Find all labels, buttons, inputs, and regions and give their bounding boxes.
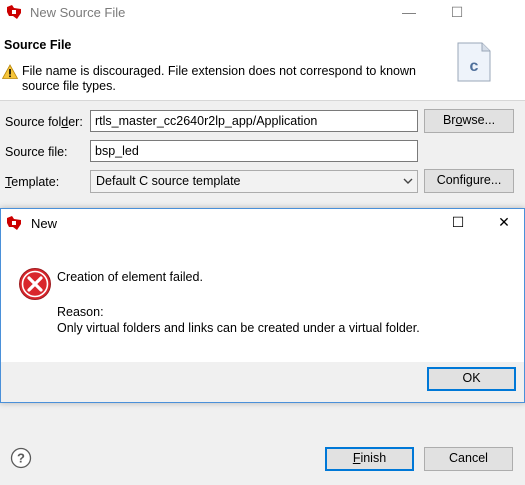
dialog-title: New <box>31 216 58 231</box>
finish-button[interactable]: Finish <box>325 447 414 471</box>
svg-text:?: ? <box>17 451 25 466</box>
window-title: New Source File <box>30 5 126 20</box>
wizard-header: Source File File name is discouraged. Fi… <box>0 25 525 100</box>
ok-button[interactable]: OK <box>427 367 516 391</box>
warning-message: File name is discouraged. File extension… <box>22 64 416 93</box>
cancel-button[interactable]: Cancel <box>424 447 513 471</box>
template-label: Template: <box>5 175 60 189</box>
error-dialog: New ☐ ✕ Creation of element failed. Reas… <box>0 208 525 403</box>
page-title: Source File <box>4 38 72 52</box>
wizard-footer <box>0 405 525 485</box>
template-select[interactable]: Default C source template <box>90 170 418 193</box>
template-selected-value: Default C source template <box>96 174 241 188</box>
error-message: Creation of element failed. <box>57 270 203 284</box>
source-folder-input[interactable]: rtls_master_cc2640r2lp_app/Application <box>90 110 418 132</box>
file-art-letter: c <box>470 58 479 75</box>
source-file-label: Source file: <box>5 145 68 159</box>
c-file-icon: c <box>457 42 491 82</box>
outer-titlebar[interactable]: New Source File — ☐ <box>0 0 525 25</box>
configure-button[interactable]: Configure... <box>424 169 514 193</box>
help-icon[interactable]: ? <box>10 447 32 469</box>
error-icon <box>19 268 51 300</box>
browse-button[interactable]: Browse... <box>424 109 514 133</box>
header-separator <box>0 100 525 101</box>
reason-label: Reason: <box>57 305 104 319</box>
dialog-footer: OK <box>1 362 524 402</box>
reason-text: Only virtual folders and links can be cr… <box>57 321 420 335</box>
source-folder-label: Source folder: <box>5 115 83 129</box>
app-icon <box>7 216 21 230</box>
dialog-maximize-button[interactable]: ☐ <box>436 210 480 235</box>
dialog-close-button[interactable]: ✕ <box>482 210 525 235</box>
dialog-body: Creation of element failed. Reason: Only… <box>1 237 524 362</box>
app-icon <box>7 5 21 19</box>
maximize-button[interactable]: ☐ <box>435 0 479 25</box>
warning-icon <box>2 64 18 79</box>
dialog-titlebar[interactable]: New ☐ ✕ <box>1 209 524 237</box>
source-file-input[interactable]: bsp_led <box>90 140 418 162</box>
chevron-down-icon <box>403 178 413 184</box>
minimize-button[interactable]: — <box>387 0 431 25</box>
